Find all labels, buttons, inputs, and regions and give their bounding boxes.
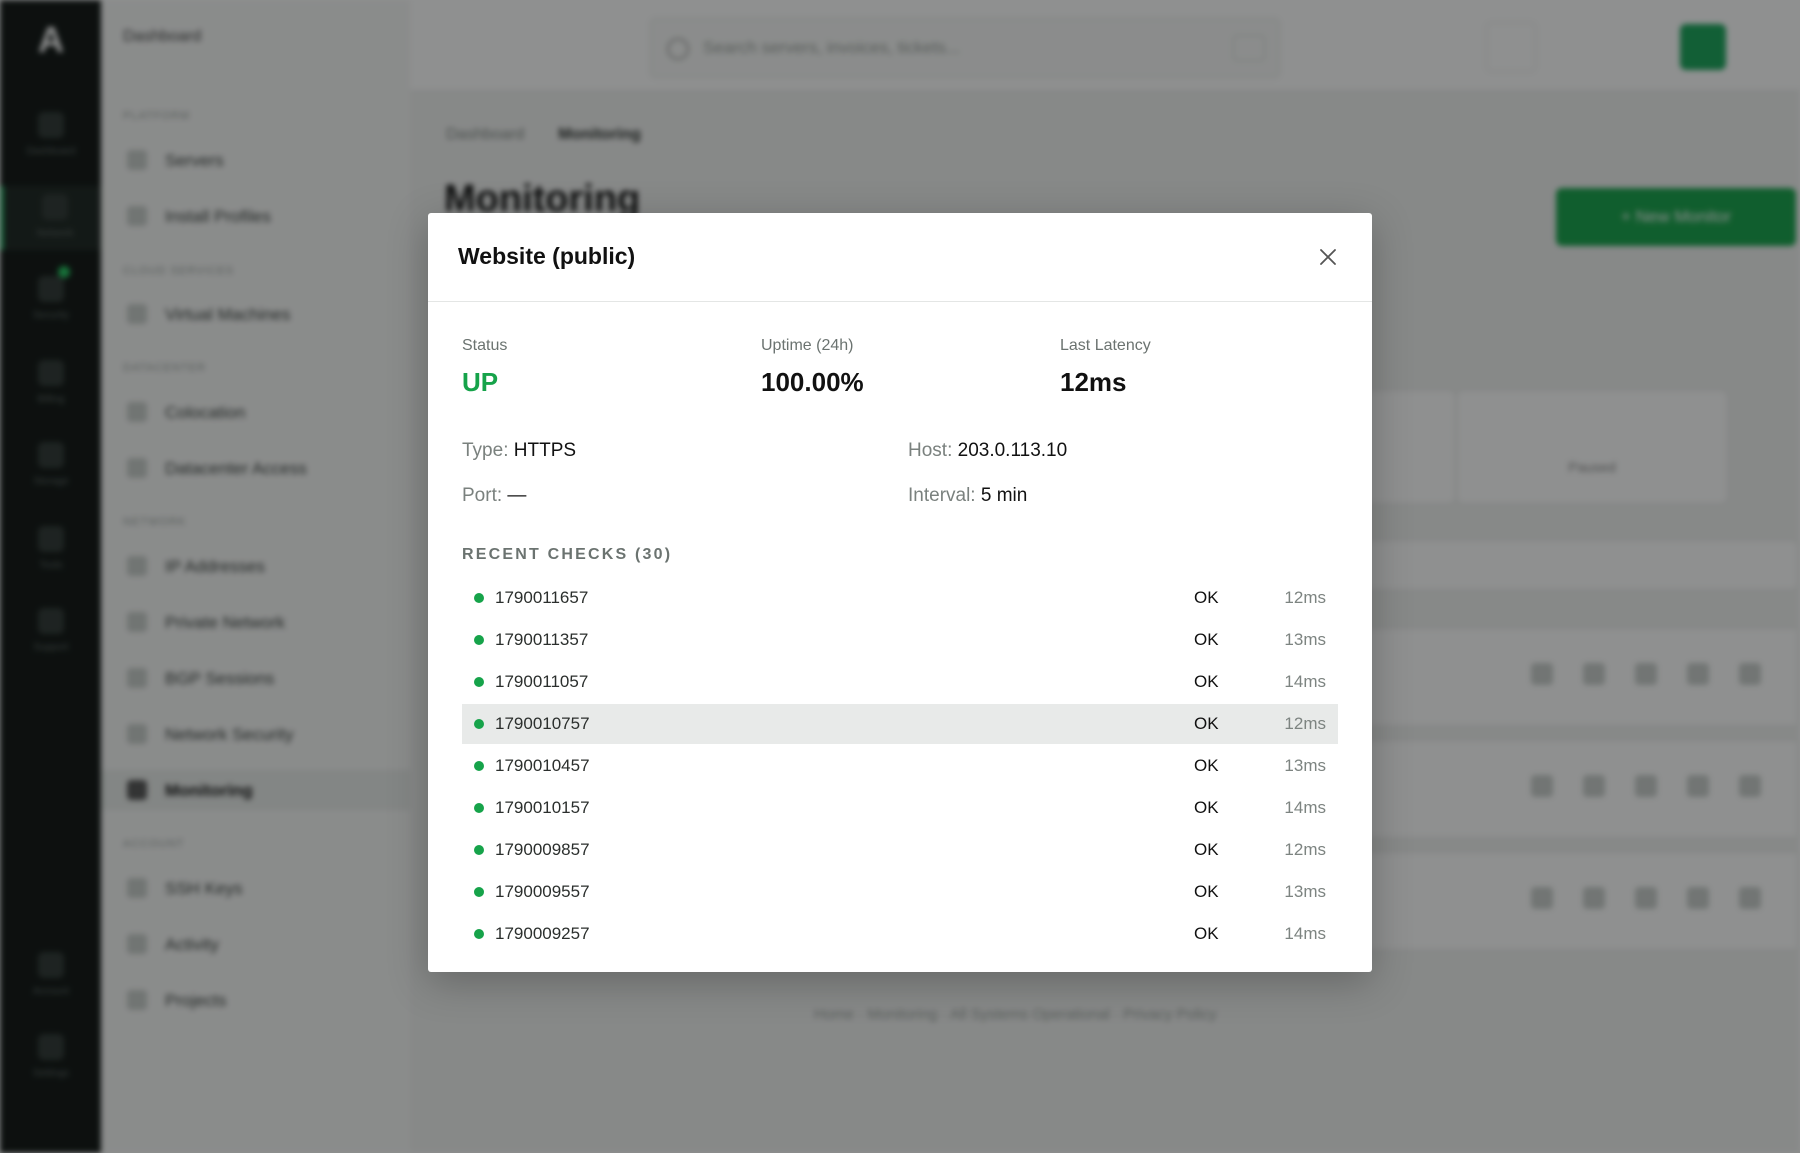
status-dot <box>474 845 484 855</box>
check-status: OK <box>1194 756 1219 775</box>
host-value: 203.0.113.10 <box>957 440 1068 461</box>
check-timestamp: 1790009257 <box>495 924 590 940</box>
check-timestamp: 1790009557 <box>495 882 590 901</box>
interval-value: 5 min <box>980 485 1028 506</box>
monitor-details-modal: Website (public) Status UP Uptime (24h) … <box>428 213 1372 972</box>
check-timestamp: 1790011657 <box>495 588 589 607</box>
check-latency: 13ms <box>1284 882 1326 901</box>
modal-title: Website (public) <box>458 243 636 269</box>
type-label: Type: <box>462 440 509 461</box>
check-latency: 12ms <box>1284 714 1326 733</box>
status-dot <box>474 677 484 687</box>
latency-value: 12ms <box>1060 367 1127 397</box>
modal-header: Website (public) <box>428 213 1372 302</box>
check-latency: 14ms <box>1284 672 1326 691</box>
check-latency: 12ms <box>1284 588 1326 607</box>
recent-checks-title: RECENT CHECKS (30) <box>462 546 673 563</box>
check-status: OK <box>1194 588 1219 607</box>
check-timestamp: 1790010457 <box>495 756 590 775</box>
port-value: — <box>507 485 527 506</box>
status-dot <box>474 803 484 813</box>
uptime-label: Uptime (24h) <box>761 337 854 354</box>
check-timestamp: 1790009857 <box>495 840 590 859</box>
check-status: OK <box>1194 798 1219 817</box>
status-value: UP <box>462 367 499 397</box>
check-row[interactable]: 1790011357 OK 13ms <box>462 620 1338 660</box>
check-row[interactable]: 1790009557 OK 13ms <box>462 872 1338 912</box>
check-row[interactable]: 1790010157 OK 14ms <box>462 788 1338 828</box>
recent-checks-list[interactable]: 1790011657 OK 12ms 1790011357 OK 13ms 179001… <box>462 578 1338 940</box>
status-dot <box>474 593 484 603</box>
check-status: OK <box>1194 882 1219 901</box>
latency-label: Last Latency <box>1060 337 1151 354</box>
check-status: OK <box>1194 630 1219 649</box>
check-latency: 14ms <box>1284 924 1326 940</box>
type-field: Type: HTTPS <box>462 440 576 462</box>
check-timestamp: 1790010157 <box>495 798 590 817</box>
check-row-highlighted[interactable]: 1790010757 OK 12ms <box>462 704 1338 744</box>
check-latency: 14ms <box>1284 798 1326 817</box>
status-dot <box>474 761 484 771</box>
check-row[interactable]: 1790011057 OK 14ms <box>462 662 1338 702</box>
latency-stat: Last Latency 12ms <box>1060 337 1151 398</box>
host-label: Host: <box>908 440 953 461</box>
check-status: OK <box>1194 924 1219 940</box>
port-field: Port: — <box>462 485 526 507</box>
check-row[interactable]: 1790009257 OK 14ms <box>462 914 1338 940</box>
check-status: OK <box>1194 672 1219 691</box>
close-button[interactable] <box>1308 237 1348 277</box>
close-icon <box>1320 249 1336 265</box>
check-row[interactable]: 1790011657 OK 12ms <box>462 578 1338 618</box>
monitor-stats: Status UP Uptime (24h) 100.00% Last Late… <box>462 337 1342 407</box>
check-latency: 13ms <box>1284 756 1326 775</box>
type-value: HTTPS <box>513 440 577 461</box>
check-latency: 13ms <box>1284 630 1326 649</box>
check-row[interactable]: 1790010457 OK 13ms <box>462 746 1338 786</box>
check-latency: 12ms <box>1284 840 1326 859</box>
interval-field: Interval: 5 min <box>908 485 1027 507</box>
status-stat: Status UP <box>462 337 507 398</box>
interval-label: Interval: <box>908 485 976 506</box>
check-timestamp: 1790011057 <box>495 672 589 691</box>
check-timestamp: 1790011357 <box>495 630 589 649</box>
status-dot <box>474 635 484 645</box>
uptime-value: 100.00% <box>761 367 864 397</box>
check-row[interactable]: 1790009857 OK 12ms <box>462 830 1338 870</box>
status-dot <box>474 887 484 897</box>
check-timestamp: 1790010757 <box>495 714 590 733</box>
host-field: Host: 203.0.113.10 <box>908 440 1067 462</box>
check-status: OK <box>1194 714 1219 733</box>
check-status: OK <box>1194 840 1219 859</box>
uptime-stat: Uptime (24h) 100.00% <box>761 337 864 398</box>
status-dot <box>474 929 484 939</box>
status-label: Status <box>462 337 508 354</box>
status-dot <box>474 719 484 729</box>
port-label: Port: <box>462 485 503 506</box>
